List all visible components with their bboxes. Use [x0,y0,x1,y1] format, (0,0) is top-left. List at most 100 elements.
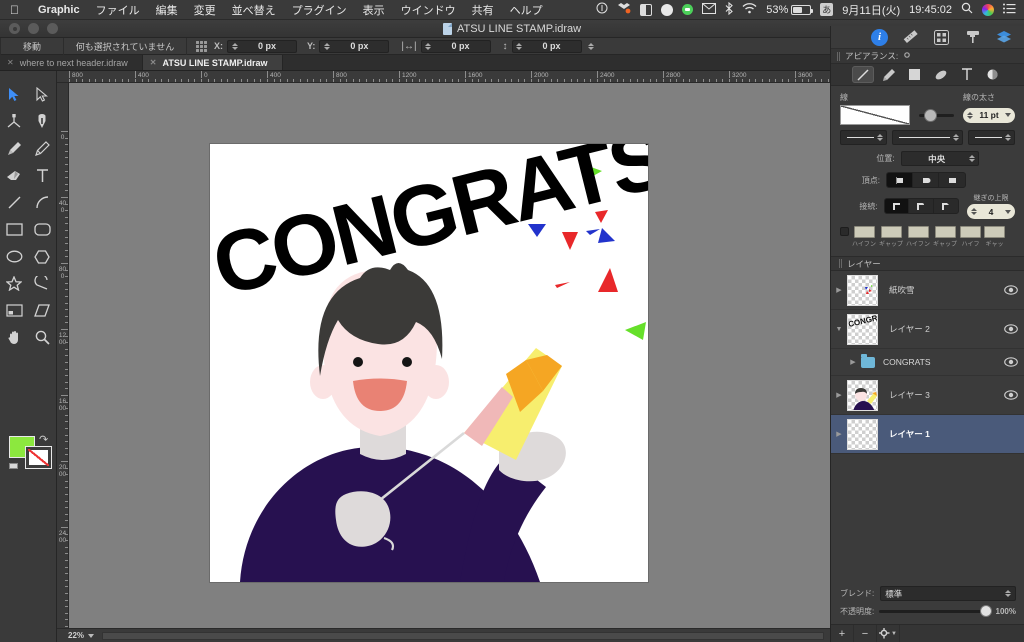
dash-enable-checkbox[interactable] [840,227,849,236]
tool-polygon[interactable] [28,243,56,270]
stroke-style-dropdown[interactable] [840,130,887,145]
height-stepper[interactable] [516,42,523,50]
tab-atsu-line-stamp[interactable]: ✕ ATSU LINE STAMP.idraw [142,55,283,70]
chevron-down-icon[interactable] [1005,113,1011,117]
dash-field-5[interactable]: ギャッ [984,226,1006,248]
appearance-tab-stroke[interactable] [851,66,874,83]
appearance-tab-brush[interactable] [878,66,900,83]
tab-where-to-next-header[interactable]: ✕ where to next header.idraw [0,55,143,70]
stroke-width-slider[interactable] [919,109,954,121]
stroke-cap-group[interactable] [886,172,966,188]
menu-item-help[interactable]: ヘルプ [502,2,551,18]
tool-arc[interactable] [28,189,56,216]
join-miter-icon[interactable] [884,199,910,213]
info-circle-icon[interactable] [596,2,608,17]
tool-brush[interactable] [0,135,28,162]
close-icon[interactable]: ✕ [7,58,14,67]
chevron-down-icon[interactable]: ▼ [831,326,847,333]
dash-field-2[interactable]: ハイフン [906,226,930,248]
visibility-toggle-icon[interactable] [1004,322,1018,336]
y-stepper[interactable] [323,42,330,50]
appearance-tab-text[interactable] [956,66,978,83]
remove-layer-button[interactable]: − [854,624,877,642]
x-position-input[interactable]: 0 px [227,39,297,53]
blend-mode-dropdown[interactable]: 標準 [880,586,1016,601]
artboard[interactable]: CONGRATS! [204,103,700,582]
layers-icon[interactable] [995,29,1012,46]
extra-stepper[interactable] [588,42,595,50]
height-input[interactable]: 0 px [511,39,582,53]
display-brightness-icon[interactable] [661,3,674,16]
cap-butt-icon[interactable] [887,173,913,187]
layer-group-congrats[interactable]: ▶ CONGRATS [831,349,1024,376]
x-stepper[interactable] [231,42,238,50]
tool-text[interactable] [28,162,56,189]
chevron-down-icon[interactable] [88,633,95,638]
menu-item-arrange[interactable]: 並べ替え [224,2,284,18]
join-round-icon[interactable] [909,199,934,213]
layer-settings-button[interactable]: ▼ [877,624,900,642]
layer-row-2[interactable]: ▼ CONGRATS! レイヤー 2 [831,310,1024,349]
visibility-toggle-icon[interactable] [1004,355,1018,369]
stroke-join-group[interactable] [883,198,959,214]
ruler-icon[interactable] [902,29,919,46]
tool-pencil[interactable] [28,135,56,162]
tool-pointer-select[interactable] [0,81,28,108]
chevron-right-icon[interactable]: ▶ [845,358,861,366]
menu-item-window[interactable]: ウインドウ [393,2,464,18]
apple-logo-icon[interactable]:  [0,4,30,16]
visibility-toggle-icon[interactable] [1004,283,1018,297]
menu-item-file[interactable]: ファイル [88,2,148,18]
tool-ellipse[interactable] [0,243,28,270]
cap-round-icon[interactable] [913,173,939,187]
layer-row-1[interactable]: ▶ レイヤー 1 [831,415,1024,454]
line-messenger-icon[interactable] [682,4,694,15]
width-input[interactable]: 0 px [420,39,491,53]
tool-spiral[interactable] [28,270,56,297]
zoom-control[interactable]: 22% [68,631,95,640]
tool-node-edit[interactable] [0,108,28,135]
stroke-pattern-dropdown[interactable] [892,130,963,145]
visibility-toggle-icon[interactable] [1004,427,1018,441]
input-method-icon[interactable]: あ [820,3,834,16]
cap-square-icon[interactable] [939,173,965,187]
menu-item-edit[interactable]: 編集 [148,2,186,18]
default-colors-icon[interactable] [9,463,18,469]
menu-item-modify[interactable]: 変更 [186,2,224,18]
canvas-area[interactable]: CONGRATS! [69,83,830,628]
stroke-color-preview[interactable] [840,105,910,125]
dash-field-1[interactable]: ギャップ [879,226,903,248]
layer-row-3[interactable]: ▶ レイヤー 3 [831,376,1024,415]
y-position-input[interactable]: 0 px [319,39,390,53]
width-stepper[interactable] [425,42,432,50]
menu-bar-clock[interactable]: 19:45:02 [909,4,952,16]
dropbox-icon[interactable] [617,2,631,17]
stroke-width-input[interactable]: 11 pt [963,107,1015,123]
dash-field-0[interactable]: ハイフン [852,226,876,248]
dash-field-4[interactable]: ハイフ [960,226,982,248]
miter-stepper[interactable] [971,208,977,215]
appearance-tab-blur[interactable] [982,66,1004,83]
tool-crop[interactable] [0,297,28,324]
tool-direct-select[interactable] [28,81,56,108]
tool-hand[interactable] [0,324,28,351]
tool-line[interactable] [0,189,28,216]
gear-icon[interactable] [903,51,911,61]
mail-icon[interactable] [702,2,717,17]
menu-bar-date[interactable]: 9月11日(火) [842,2,900,18]
align-icon[interactable] [933,29,950,46]
info-icon[interactable]: i [871,28,888,46]
opacity-slider[interactable] [879,606,991,616]
stroke-width-stepper[interactable] [967,111,973,119]
tool-zoom[interactable] [28,324,56,351]
tool-star[interactable] [0,270,28,297]
search-icon[interactable] [961,2,973,17]
stroke-position-dropdown[interactable]: 中央 [900,151,979,166]
chevron-down-icon[interactable] [1005,209,1011,214]
anchor-point-selector[interactable] [196,40,207,52]
menu-item-share[interactable]: 共有 [464,2,502,18]
miter-limit-input[interactable]: 4 [967,204,1015,219]
menu-item-app-name[interactable]: Graphic [30,4,88,16]
battery-status[interactable]: 53% [766,4,814,16]
siri-icon[interactable] [982,3,994,16]
